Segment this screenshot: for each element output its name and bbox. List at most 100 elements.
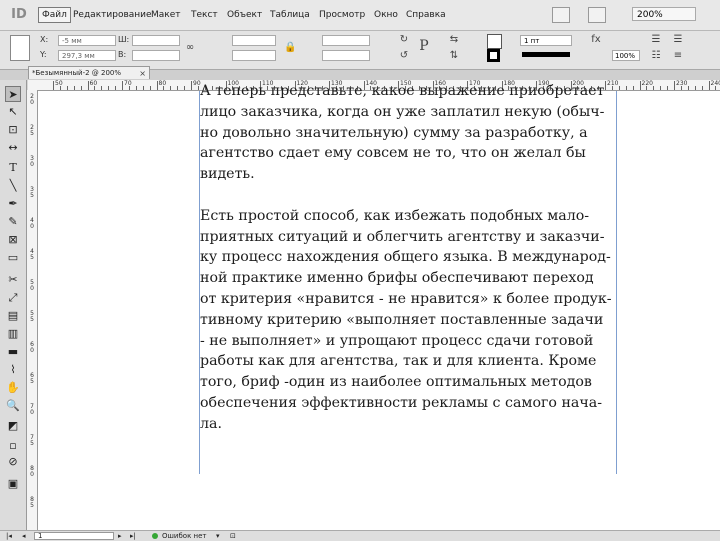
- ruler-minor-tick: [177, 86, 178, 90]
- rectangle-tool-icon[interactable]: ▭: [5, 250, 21, 266]
- ruler-minor-tick: [633, 86, 634, 90]
- text-line: приятных ситуаций и облегчить агентству …: [200, 227, 616, 248]
- y-label: Y:: [40, 50, 47, 59]
- zoom-level-select[interactable]: 200%: [632, 7, 696, 21]
- formatting-affects-container-icon[interactable]: ▫: [5, 438, 21, 454]
- ruler-minor-tick: [60, 86, 61, 90]
- menu-bar: ID Файл Редактирование Макет Текст Объек…: [0, 0, 720, 31]
- stroke-swatch[interactable]: [487, 49, 500, 62]
- text-wrap-icon[interactable]: P: [418, 40, 430, 52]
- vertical-ruler-label: 6 5: [28, 373, 36, 385]
- page-tool-icon[interactable]: ⊡: [5, 122, 21, 138]
- status-bar: |◂ ◂ 1 ▸ ▸| Ошибок нет ▾ ⊡: [0, 530, 720, 541]
- menu-type[interactable]: Текст: [191, 8, 218, 22]
- gradient-feather-tool-icon[interactable]: ▥: [5, 326, 21, 342]
- text-line: ла.: [200, 414, 616, 435]
- ruler-major-tick: [709, 81, 710, 90]
- text-line: но довольно значительную) сумму за разра…: [200, 123, 616, 144]
- ruler-minor-tick: [81, 86, 82, 90]
- ruler-minor-tick: [695, 86, 696, 90]
- reference-point-grid[interactable]: [10, 35, 30, 61]
- view-options-icon[interactable]: [552, 7, 570, 23]
- text-line: обеспечения эффективности рекламы с само…: [200, 393, 616, 414]
- text-line: Есть простой способ, как избежать подобн…: [200, 206, 616, 227]
- ruler-major-tick: [88, 81, 89, 90]
- menu-object[interactable]: Объект: [227, 8, 262, 22]
- x-field[interactable]: -5 мм: [58, 35, 116, 46]
- menu-view[interactable]: Просмотр: [319, 8, 365, 22]
- zoom-tool-icon[interactable]: 🔍: [5, 398, 21, 414]
- y-field[interactable]: 297,3 мм: [58, 50, 116, 61]
- vertical-ruler-label: 5 5: [28, 311, 36, 323]
- rotation-field[interactable]: [322, 35, 370, 46]
- menu-edit[interactable]: Редактирование: [73, 8, 152, 22]
- app-logo: ID: [8, 6, 30, 24]
- rectangle-frame-tool-icon[interactable]: ⊠: [5, 232, 21, 248]
- gradient-swatch-tool-icon[interactable]: ▤: [5, 308, 21, 324]
- line-tool-icon[interactable]: ╲: [5, 178, 21, 194]
- flip-vertical-icon[interactable]: ⇅: [448, 50, 460, 62]
- default-fill-stroke-icon[interactable]: ◩: [5, 418, 21, 434]
- stroke-type-preview[interactable]: [522, 52, 570, 57]
- tab-close-icon[interactable]: ×: [139, 67, 146, 80]
- page-number-field[interactable]: 1: [34, 532, 114, 540]
- opacity-field[interactable]: 100%: [612, 50, 640, 61]
- stroke-weight-field[interactable]: 1 пт: [520, 35, 572, 46]
- eyedropper-tool-icon[interactable]: ⌇: [5, 362, 21, 378]
- shear-field[interactable]: [322, 50, 370, 61]
- pen-tool-icon[interactable]: ✒: [5, 196, 21, 212]
- note-tool-icon[interactable]: ▬: [5, 344, 21, 360]
- type-tool-icon[interactable]: T: [5, 160, 21, 176]
- panel-menu-icon[interactable]: ≡: [672, 50, 684, 62]
- ruler-minor-tick: [653, 86, 654, 90]
- width-field[interactable]: [132, 35, 180, 46]
- vertical-ruler-label: 8 0: [28, 466, 36, 478]
- menu-table[interactable]: Таблица: [270, 8, 310, 22]
- screen-mode-tool-icon[interactable]: ▣: [5, 476, 21, 492]
- screen-mode-icon[interactable]: [588, 7, 606, 23]
- menu-layout[interactable]: Макет: [151, 8, 181, 22]
- h-label: В:: [118, 50, 126, 59]
- pencil-tool-icon[interactable]: ✎: [5, 214, 21, 230]
- lock-icon[interactable]: 🔒: [284, 42, 296, 54]
- flip-horizontal-icon[interactable]: ⇆: [448, 34, 460, 46]
- vertical-ruler-label: 7 5: [28, 435, 36, 447]
- scale-y-field[interactable]: [232, 50, 276, 61]
- ruler-minor-tick: [67, 86, 68, 90]
- gap-tool-icon[interactable]: ↔: [5, 140, 21, 156]
- ruler-minor-tick: [108, 86, 109, 90]
- align-center-icon[interactable]: ☰: [672, 34, 684, 46]
- distribute-icon[interactable]: ☷: [650, 50, 662, 62]
- free-transform-tool-icon[interactable]: ⤢: [5, 290, 21, 306]
- fill-swatch[interactable]: [487, 34, 502, 49]
- ruler-minor-tick: [150, 86, 151, 90]
- text-frame[interactable]: А теперь представьте, какое выражение пр…: [200, 81, 616, 473]
- ruler-minor-tick: [626, 86, 627, 90]
- selection-tool-icon[interactable]: ➤: [5, 86, 21, 102]
- effects-fx-icon[interactable]: fx: [590, 34, 602, 46]
- constrain-proportions-icon[interactable]: ∞: [184, 42, 196, 54]
- direct-selection-tool-icon[interactable]: ↖: [5, 104, 21, 120]
- paragraph-2: Есть простой способ, как избежать подобн…: [200, 206, 616, 435]
- ruler-tick-label: 70: [124, 80, 132, 88]
- ruler-minor-tick: [715, 86, 716, 90]
- text-line: того, бриф -один из наиболее оптимальных…: [200, 372, 616, 393]
- menu-file[interactable]: Файл: [38, 7, 71, 23]
- scale-x-field[interactable]: [232, 35, 276, 46]
- ruler-minor-tick: [681, 86, 682, 90]
- scissors-tool-icon[interactable]: ✂: [5, 272, 21, 288]
- ruler-tick-label: 60: [90, 80, 98, 88]
- document-tab[interactable]: *Безымянный-2 @ 200% ×: [28, 66, 150, 79]
- menu-window[interactable]: Окно: [374, 8, 398, 22]
- vertical-ruler[interactable]: 2 02 53 03 54 04 55 05 56 06 57 07 58 08…: [27, 90, 38, 530]
- ruler-minor-tick: [94, 86, 95, 90]
- hand-tool-icon[interactable]: ✋: [5, 380, 21, 396]
- vertical-ruler-label: 7 0: [28, 404, 36, 416]
- rotate-ccw-icon[interactable]: ↺: [398, 50, 410, 62]
- rotate-cw-icon[interactable]: ↻: [398, 34, 410, 46]
- ruler-minor-tick: [619, 86, 620, 90]
- height-field[interactable]: [132, 50, 180, 61]
- apply-none-icon[interactable]: ⊘: [5, 454, 21, 470]
- align-left-icon[interactable]: ☰: [650, 34, 662, 46]
- menu-help[interactable]: Справка: [406, 8, 446, 22]
